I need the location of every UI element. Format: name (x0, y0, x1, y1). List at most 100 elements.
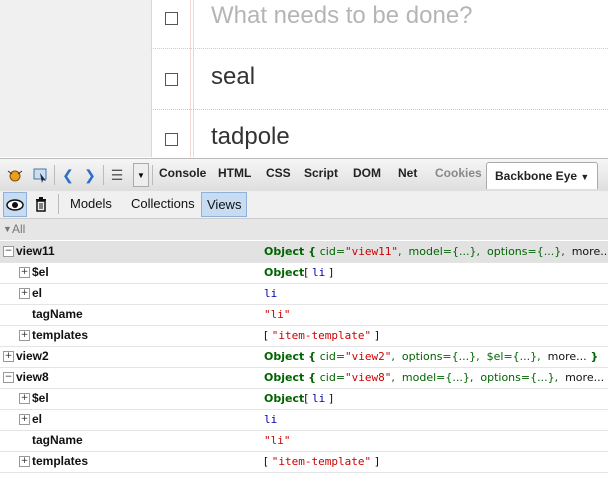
tree-row-property[interactable]: tagName "li" (0, 304, 608, 326)
value-token: "view8" (345, 371, 392, 384)
separator (103, 165, 104, 185)
expand-icon[interactable]: + (19, 288, 30, 299)
value-token: Object (264, 266, 305, 279)
tree-row-value: [ "item-template" ] (264, 325, 379, 346)
value-token: , (554, 371, 566, 384)
value-token: "view2" (345, 350, 392, 363)
inspect-element-icon[interactable] (31, 166, 51, 184)
tree-row-property[interactable]: + el li (0, 283, 608, 305)
todo-label[interactable]: tadpole (211, 123, 290, 151)
value-token: Object { (264, 371, 320, 384)
tree-row-property[interactable]: + $el Object[ li ] (0, 388, 608, 410)
tree-row-property[interactable]: + el li (0, 409, 608, 431)
tree-row-value: Object { cid="view2", options={...}, $el… (264, 346, 598, 367)
todo-app: What needs to be done? seal tadpole (0, 0, 608, 157)
expand-icon[interactable]: + (3, 351, 14, 362)
tree-row-key: $el (32, 391, 49, 405)
dropdown-arrow-icon[interactable]: ▼ (133, 163, 149, 187)
todo-checkbox[interactable] (165, 133, 178, 146)
menu-lines-icon[interactable]: ☰ (107, 166, 127, 184)
forward-arrow-icon[interactable]: ❯ (80, 166, 100, 184)
value-token: cid= (319, 245, 346, 258)
value-token: , (476, 350, 487, 363)
separator (54, 165, 55, 185)
value-token: more... (547, 350, 587, 363)
tree-row-key: view11 (16, 244, 55, 258)
firebug-bug-icon[interactable] (5, 166, 25, 184)
toggle-all-checkbox[interactable] (165, 12, 178, 25)
collapse-icon[interactable]: − (3, 372, 14, 383)
subtab-models[interactable]: Models (65, 192, 117, 215)
value-token: , (469, 371, 481, 384)
trash-icon[interactable] (30, 192, 52, 215)
value-token: Object { (264, 245, 320, 258)
tree-row-key: view8 (16, 370, 49, 384)
todo-item: seal (151, 49, 608, 110)
value-token: cid= (319, 350, 346, 363)
expand-icon[interactable]: + (19, 330, 30, 341)
separator (58, 194, 59, 214)
expand-icon[interactable]: + (19, 414, 30, 425)
tree-row-key: $el (32, 265, 49, 279)
todo-label[interactable]: seal (211, 63, 255, 91)
tab-dom[interactable]: DOM (353, 166, 381, 180)
value-token: "li" (264, 434, 291, 447)
value-token: options={...} (401, 350, 477, 363)
tree-row-property[interactable]: + templates [ "item-template" ] (0, 451, 608, 473)
subtab-collections[interactable]: Collections (126, 192, 200, 215)
value-token: "li" (264, 308, 291, 321)
expand-icon[interactable]: + (19, 456, 30, 467)
triangle-down-icon: ▼ (3, 224, 12, 234)
value-token: ] (371, 455, 379, 468)
todo-checkbox[interactable] (165, 73, 178, 86)
tree-row-value: Object { cid="view8", model={...}, optio… (264, 367, 604, 388)
value-token: [ (264, 455, 272, 468)
eye-icon[interactable] (3, 192, 27, 217)
tab-html[interactable]: HTML (218, 166, 251, 180)
tab-console[interactable]: Console (159, 166, 206, 180)
value-token: cid= (319, 371, 346, 384)
value-token: options={...} (487, 245, 562, 258)
tree-row-value: [ "item-template" ] (264, 451, 379, 472)
back-arrow-icon[interactable]: ❮ (58, 166, 78, 184)
tree-row-key: tagName (32, 307, 83, 321)
tree-row-property[interactable]: + templates [ "item-template" ] (0, 325, 608, 347)
tree-row-key: el (32, 286, 43, 300)
value-token: li (264, 413, 278, 426)
value-token: "item-template" (271, 455, 372, 468)
subtab-views[interactable]: Views (201, 192, 248, 217)
value-token: li (312, 392, 326, 405)
tab-css[interactable]: CSS (266, 166, 291, 180)
expand-icon[interactable]: + (19, 267, 30, 278)
firebug-toolbar: ❮ ❯ ☰ ▼ Console HTML CSS Script DOM Net … (0, 158, 608, 192)
tree-row-key: view2 (16, 349, 49, 363)
tree-row-value: "li" (264, 430, 291, 451)
value-token: Object { (264, 350, 320, 363)
tree-row-view[interactable]: − view11 Object { cid="view11", model={...… (0, 241, 608, 263)
tab-cookies[interactable]: Cookies (435, 166, 482, 180)
tree-row-view[interactable]: + view2 Object { cid="view2", options={...… (0, 346, 608, 368)
expand-icon[interactable]: + (19, 393, 30, 404)
value-token: [ (304, 266, 313, 279)
value-token: ] (371, 329, 379, 342)
tree-row-property[interactable]: tagName "li" (0, 430, 608, 452)
value-token: "view11" (345, 245, 399, 258)
tree-row-view[interactable]: − view8 Object { cid="view8", model={...},… (0, 367, 608, 389)
tab-net[interactable]: Net (398, 166, 417, 180)
tab-backbone-eye[interactable]: Backbone Eye ▼ (486, 162, 599, 189)
value-token: , (391, 371, 402, 384)
todo-item: tadpole (151, 109, 608, 157)
tree-all-header[interactable]: ▼ All (0, 219, 608, 240)
tree-row-value: "li" (264, 304, 291, 325)
value-token: , (537, 350, 548, 363)
tree-row-key: templates (32, 454, 89, 468)
new-todo-input[interactable]: What needs to be done? (211, 2, 473, 30)
collapse-icon[interactable]: − (3, 246, 14, 257)
tree-row-value: Object { cid="view11", model={...}, opti… (264, 241, 608, 262)
tree-row-property[interactable]: + $el Object[ li ] (0, 262, 608, 284)
value-token: Object (264, 392, 305, 405)
backbone-eye-toolbar: Models Collections Views (0, 191, 608, 219)
value-token: $el={...} (486, 350, 538, 363)
tree-row-key: el (32, 412, 43, 426)
tab-script[interactable]: Script (304, 166, 338, 180)
